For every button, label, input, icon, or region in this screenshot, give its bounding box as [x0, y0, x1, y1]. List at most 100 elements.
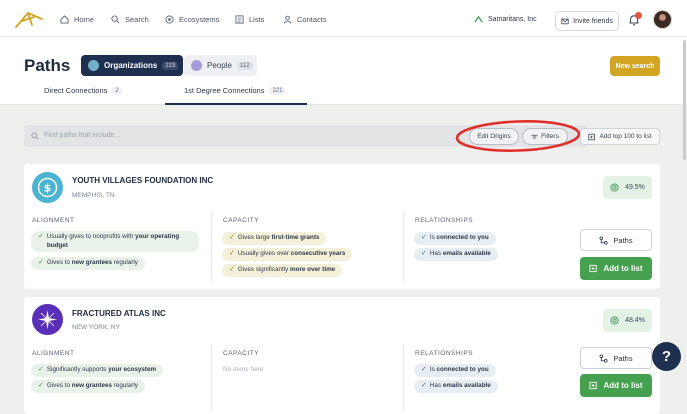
nav-home-label: Home [74, 14, 95, 24]
check-icon: ✓ [421, 382, 427, 389]
relationship-tag: ✓ Is connected to you [414, 364, 496, 377]
relationship-tag: ✓ Is connected to you [414, 232, 496, 245]
org-name[interactable]: FRACTURED ATLAS INC [72, 309, 166, 318]
lists-icon [235, 14, 244, 24]
capacity-header: CAPACITY [223, 350, 260, 357]
match-score: 48.4% [603, 309, 652, 332]
match-score: 49.5% [603, 176, 652, 199]
tab-direct-connections[interactable]: Direct Connections 2 [44, 86, 122, 95]
check-icon: ✓ [229, 250, 235, 257]
dollar-icon: $ [32, 172, 63, 203]
app-logo[interactable] [14, 9, 44, 29]
check-icon: ✓ [229, 234, 235, 241]
org-name: Samaritans, Inc [488, 15, 537, 23]
paths-icon [599, 353, 608, 363]
nav-ecosystems[interactable]: Ecosystems [165, 12, 219, 26]
nav-ecosystems-label: Ecosystems [179, 14, 220, 24]
paths-button[interactable]: Paths [580, 347, 652, 369]
segment-organizations[interactable]: Organizations 223 [81, 55, 183, 76]
relationships-header: RELATIONSHIPS [415, 217, 474, 224]
active-tab-indicator [165, 103, 307, 105]
paths-icon [599, 235, 608, 245]
add-list-icon [588, 133, 596, 140]
relationship-tag: ✓ Has emails available [414, 380, 498, 393]
search-field-icon [31, 132, 39, 140]
capacity-tag: ✓ Gives significantly more over time [222, 264, 343, 277]
paths-button[interactable]: Paths [580, 229, 652, 251]
alignment-header: ALIGNMENT [32, 217, 75, 224]
people-icon [191, 60, 202, 71]
help-button[interactable]: ? [652, 342, 681, 371]
contacts-icon [283, 15, 292, 24]
capacity-header: CAPACITY [223, 217, 260, 224]
match-score-value: 49.5% [625, 184, 645, 191]
search-placeholder: Find paths that include... [44, 132, 121, 139]
organizations-icon [88, 60, 99, 71]
org-logo-icon [474, 15, 483, 23]
page-title: Paths [24, 56, 71, 75]
segment-people-label: People [207, 61, 232, 70]
invite-friends-label: Invite friends [573, 17, 613, 25]
org-name[interactable]: YOUTH VILLAGES FOUNDATION INC [72, 176, 213, 185]
match-score-value: 48.4% [625, 317, 645, 324]
home-icon [60, 14, 69, 24]
paths-label: Paths [613, 235, 633, 245]
check-icon: ✓ [421, 250, 427, 257]
tab-direct-label: Direct Connections [44, 86, 108, 95]
scrollbar[interactable] [683, 40, 686, 160]
relationships-header: RELATIONSHIPS [415, 350, 474, 357]
notification-badge [635, 12, 642, 19]
segment-people-count: 112 [236, 61, 253, 70]
column-divider [403, 345, 404, 410]
check-icon: ✓ [38, 382, 44, 389]
add-top-100-label: Add top 100 to list [599, 133, 652, 140]
star-burst-icon [32, 304, 63, 335]
alignment-tag: ✓ Significantly supports your ecosystem [31, 364, 164, 377]
check-icon: ✓ [38, 366, 44, 373]
alignment-tag: ✓ Usually gives to nonprofits with your … [31, 231, 199, 252]
add-to-list-button[interactable]: Add to list [580, 374, 652, 397]
capacity-tag: ✓ Usually gives over consecutive years [222, 248, 353, 261]
org-location: MEMPHIS, TN [72, 192, 115, 199]
nav-search-label: Search [125, 14, 149, 24]
check-icon: ✓ [421, 234, 427, 241]
alignment-header: ALIGNMENT [32, 350, 75, 357]
check-icon: ✓ [38, 233, 44, 240]
add-to-list-label: Add to list [603, 264, 643, 273]
add-to-list-label: Add to list [603, 381, 643, 390]
check-icon: ✓ [38, 259, 44, 266]
add-list-icon [589, 381, 598, 390]
nav-search[interactable]: Search [111, 12, 149, 26]
tab-1st-degree-label: 1st Degree Connections [184, 86, 265, 95]
tab-1st-degree-connections[interactable]: 1st Degree Connections 221 [184, 86, 286, 95]
invite-friends-button[interactable]: Invite friends [555, 11, 619, 31]
svg-text:$: $ [44, 182, 52, 195]
nav-lists-label: Lists [249, 14, 265, 24]
add-top-100-button[interactable]: Add top 100 to list [580, 128, 660, 145]
add-to-list-button[interactable]: Add to list [580, 257, 652, 280]
new-search-button[interactable]: New search [610, 56, 660, 76]
org-switcher[interactable]: Samaritans, Inc [474, 12, 537, 26]
target-icon [610, 183, 619, 192]
nav-home[interactable]: Home [60, 12, 94, 26]
nav-contacts-label: Contacts [297, 14, 327, 24]
segment-people[interactable]: People 112 [184, 55, 257, 76]
tab-direct-count: 2 [112, 86, 122, 95]
tab-1st-degree-count: 221 [269, 86, 286, 95]
target-icon [610, 316, 619, 325]
red-annotation-circle [455, 120, 581, 152]
column-divider [403, 212, 404, 282]
search-icon [111, 14, 120, 23]
nav-contacts[interactable]: Contacts [283, 12, 327, 26]
paths-label: Paths [613, 353, 633, 363]
capacity-empty-text: No items here [223, 366, 264, 373]
avatar[interactable] [653, 10, 672, 29]
column-divider [211, 345, 212, 410]
invite-icon [561, 18, 569, 25]
ecosystems-icon [165, 14, 174, 24]
check-icon: ✓ [421, 366, 427, 373]
nav-lists[interactable]: Lists [235, 12, 264, 26]
capacity-tag: ✓ Gives large first-time grants [222, 232, 327, 245]
alignment-tag: ✓ Gives to new grantees regularly [31, 257, 145, 270]
org-location: NEW YORK, NY [72, 324, 120, 331]
